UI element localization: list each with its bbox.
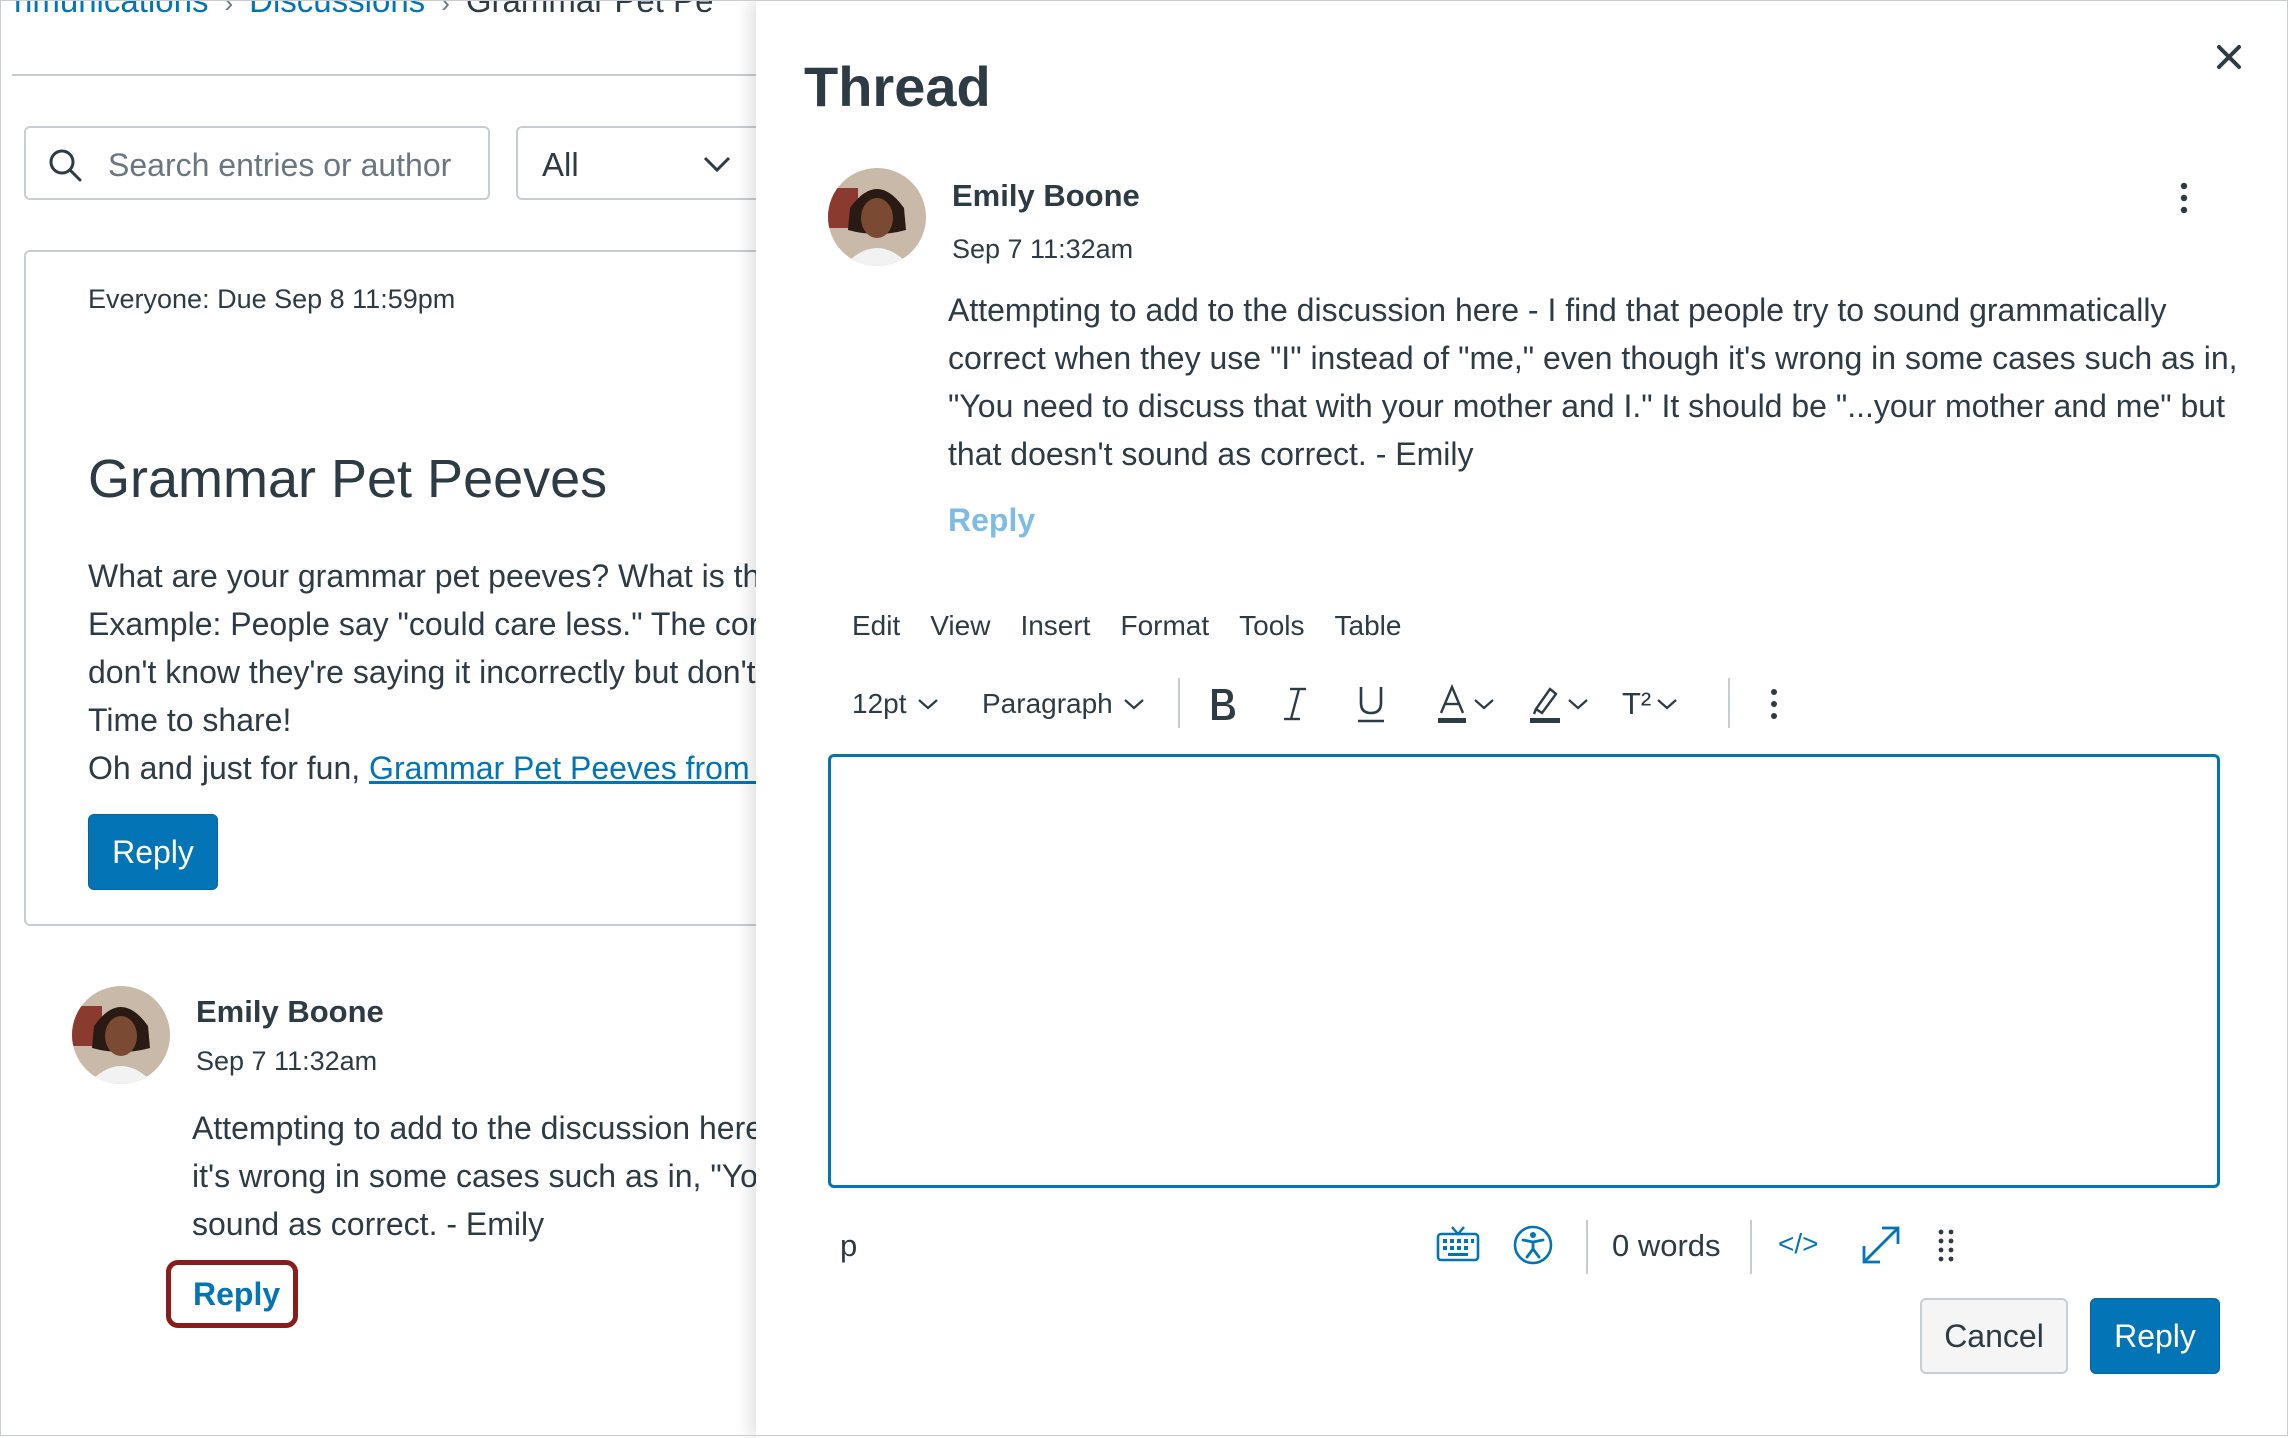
thread-date: Sep 7 11:32am — [952, 234, 1134, 264]
text-color-icon — [1438, 683, 1466, 723]
highlighter-icon — [1530, 687, 1560, 723]
menu-edit[interactable]: Edit — [852, 610, 900, 642]
chevron-down-icon — [1568, 699, 1588, 710]
entry-body-line: it's wrong in some cases such as in, "Yo… — [192, 1158, 760, 1194]
entry-reply-label: Reply — [193, 1276, 281, 1312]
kebab-menu-icon — [1771, 689, 1777, 719]
menu-view[interactable]: View — [930, 610, 990, 642]
italic-button[interactable] — [1280, 676, 1310, 732]
fullscreen-icon[interactable] — [1858, 1222, 1904, 1268]
cancel-button[interactable]: Cancel — [1920, 1298, 2068, 1374]
underline-icon — [1358, 687, 1384, 723]
editor-toolbar: 12pt Paragraph T² — [852, 676, 2152, 732]
resize-handle-icon[interactable] — [1936, 1228, 1956, 1264]
bold-button[interactable] — [1204, 676, 1240, 732]
chevron-down-icon — [1474, 699, 1494, 710]
rich-text-editor[interactable] — [828, 754, 2220, 1188]
topic-title: Grammar Pet Peeves — [88, 449, 608, 509]
topic-link[interactable]: Grammar Pet Peeves from th — [369, 750, 760, 786]
topic-body-line: Example: People say "could care less." T… — [88, 606, 760, 642]
topic-body-line: don't know they're saying it incorrectly… — [88, 654, 756, 690]
superscript-button[interactable]: T² — [1622, 676, 1679, 732]
topic-card: Everyone: Due Sep 8 11:59pm Grammar Pet … — [24, 250, 760, 926]
close-icon[interactable] — [2216, 44, 2242, 70]
tray-title: Thread — [804, 55, 991, 118]
thread-reply-link[interactable]: Reply — [948, 502, 1035, 539]
thread-body-line: "You need to discuss that with your moth… — [948, 388, 2225, 424]
menu-insert[interactable]: Insert — [1020, 610, 1090, 642]
entry-reply-button[interactable]: Reply — [166, 1260, 298, 1328]
thread-body-line: Attempting to add to the discussion here… — [948, 292, 2167, 328]
search-input[interactable] — [106, 140, 480, 190]
more-tools-button[interactable] — [1766, 676, 1782, 732]
menu-table[interactable]: Table — [1335, 610, 1402, 642]
thread-tray: Thread Emily Boone Sep 7 11:32am Attempt… — [756, 0, 2290, 1438]
menu-format[interactable]: Format — [1120, 610, 1209, 642]
chevron-down-icon — [1657, 699, 1677, 710]
breadcrumb-separator-icon: › — [441, 0, 450, 18]
kebab-menu-icon[interactable] — [2172, 180, 2196, 216]
topic-link-line: Oh and just for fun, Grammar Pet Peeves … — [88, 744, 760, 792]
breadcrumb: nmunications › Discussions › Grammar Pet Pe — [14, 0, 713, 20]
font-size-select[interactable]: 12pt — [852, 676, 941, 732]
filter-select[interactable]: All — [516, 126, 760, 200]
topic-reply-button[interactable]: Reply — [88, 814, 218, 890]
statusbar-divider — [1586, 1220, 1588, 1274]
menu-tools[interactable]: Tools — [1239, 610, 1304, 642]
avatar-image — [72, 986, 170, 1084]
underline-button[interactable] — [1354, 676, 1388, 732]
topic-body-line: Time to share! — [88, 702, 292, 738]
element-path[interactable]: p — [840, 1228, 857, 1264]
topic-body-line: What are your grammar pet peeves? What i… — [88, 558, 760, 594]
toolbar-divider — [1728, 678, 1730, 728]
header-divider — [12, 74, 760, 76]
italic-icon — [1284, 687, 1306, 721]
thread-body-line: correct when they use "I" instead of "me… — [948, 340, 2238, 376]
entry-date: Sep 7 11:32am — [196, 1046, 378, 1076]
editor-menubar: Edit View Insert Format Tools Table — [852, 610, 1431, 642]
text-color-button[interactable] — [1436, 676, 1496, 732]
breadcrumb-separator-icon: › — [224, 0, 234, 18]
due-date: Everyone: Due Sep 8 11:59pm — [88, 284, 456, 314]
html-editor-icon[interactable]: </> — [1778, 1228, 1818, 1260]
avatar — [72, 986, 170, 1084]
block-format-value: Paragraph — [982, 688, 1113, 719]
entry-body: Attempting to add to the discussion here… — [192, 1104, 760, 1248]
topic-link-prefix: Oh and just for fun, — [88, 750, 370, 786]
word-count: 0 words — [1612, 1228, 1721, 1263]
entry-body-line: Attempting to add to the discussion here — [192, 1110, 760, 1146]
chevron-down-icon — [1124, 699, 1144, 710]
statusbar-divider — [1750, 1220, 1752, 1274]
search-icon — [49, 149, 82, 182]
thread-body: Attempting to add to the discussion here… — [948, 286, 2268, 478]
accessibility-icon[interactable] — [1512, 1224, 1554, 1266]
highlight-color-button[interactable] — [1528, 676, 1590, 732]
discussion-page: nmunications › Discussions › Grammar Pet Pe … — [0, 0, 760, 1438]
thread-body-line: that doesn't sound as correct. - Emily — [948, 436, 1474, 472]
font-size-value: 12pt — [852, 688, 907, 719]
entry-body-line: sound as correct. - Emily — [192, 1206, 545, 1242]
thread-author: Emily Boone — [952, 178, 1140, 213]
topic-body: What are your grammar pet peeves? What i… — [88, 552, 760, 792]
chevron-down-icon — [917, 699, 938, 710]
entry-author: Emily Boone — [196, 994, 384, 1029]
breadcrumb-course-link[interactable]: nmunications — [14, 0, 208, 19]
bold-icon — [1212, 689, 1235, 720]
editor-statusbar: p 0 words </> — [828, 1214, 2228, 1278]
keyboard-icon[interactable] — [1436, 1224, 1480, 1264]
avatar-image — [828, 168, 926, 266]
toolbar-divider — [1178, 678, 1180, 728]
chevron-down-icon — [703, 156, 731, 173]
breadcrumb-current: Grammar Pet Pe — [465, 0, 714, 19]
superscript-icon: T² — [1622, 686, 1652, 721]
breadcrumb-discussions-link[interactable]: Discussions — [249, 0, 425, 19]
block-format-select[interactable]: Paragraph — [982, 676, 1147, 732]
avatar — [828, 168, 926, 266]
search-field[interactable] — [24, 126, 490, 200]
submit-reply-button[interactable]: Reply — [2090, 1298, 2220, 1374]
filter-value: All — [542, 146, 579, 183]
